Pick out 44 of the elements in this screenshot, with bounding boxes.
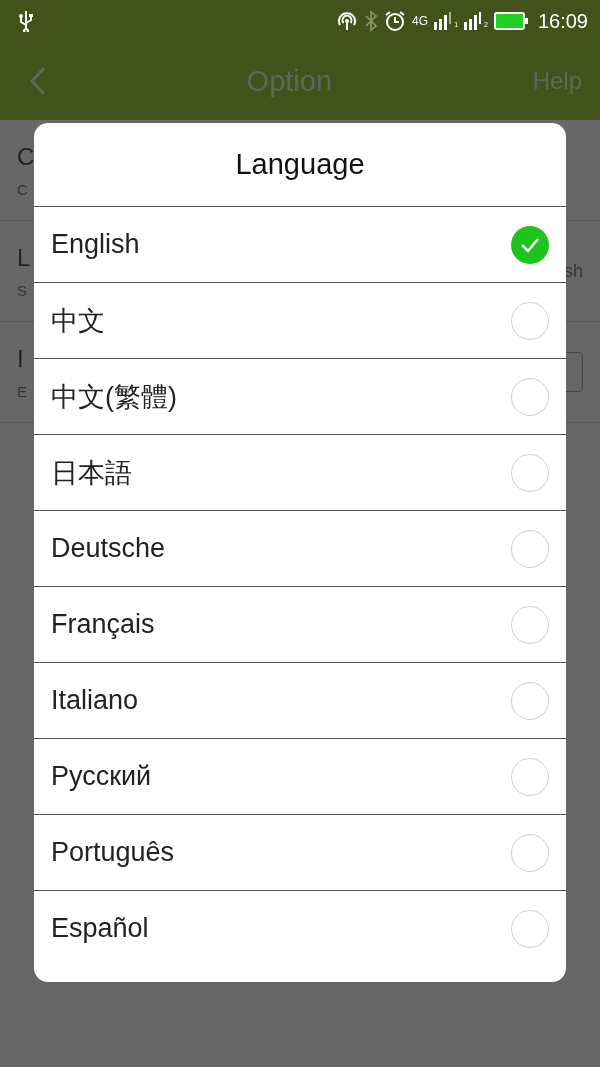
- language-option[interactable]: Français: [34, 587, 566, 663]
- language-label: Español: [51, 913, 150, 944]
- dialog-title: Language: [34, 123, 566, 207]
- battery-icon: [493, 12, 528, 30]
- language-option[interactable]: Italiano: [34, 663, 566, 739]
- setting-title: C: [17, 142, 35, 171]
- clock-time: 16:09: [537, 9, 588, 33]
- language-label: Français: [51, 609, 156, 640]
- radio-button[interactable]: [511, 757, 549, 796]
- language-label: Русский: [51, 761, 153, 792]
- language-option[interactable]: 中文: [34, 283, 566, 359]
- radio-button[interactable]: [511, 909, 549, 948]
- radio-button[interactable]: [511, 453, 549, 492]
- language-option[interactable]: 日本語: [34, 435, 566, 511]
- language-label: Italiano: [51, 685, 140, 716]
- language-option[interactable]: English: [34, 207, 566, 283]
- language-option[interactable]: 中文(繁體): [34, 359, 566, 435]
- language-label: English: [51, 229, 141, 260]
- radio-button[interactable]: [511, 605, 549, 644]
- signal-icon: [434, 12, 453, 30]
- radio-button[interactable]: [511, 301, 549, 340]
- language-option[interactable]: Deutsche: [34, 511, 566, 587]
- network-type: 4G: [412, 14, 429, 28]
- usb-icon: [18, 10, 34, 32]
- language-label: Português: [51, 837, 176, 868]
- language-label: Deutsche: [51, 533, 167, 564]
- language-label: 中文: [51, 304, 106, 338]
- radio-button[interactable]: [511, 833, 549, 872]
- signal-icon: [464, 12, 483, 30]
- hotspot-icon: [336, 10, 359, 32]
- language-label: 中文(繁體): [51, 380, 178, 414]
- setting-title: I: [17, 344, 24, 373]
- alarm-clock-icon: [384, 10, 407, 32]
- radio-button[interactable]: [511, 225, 549, 264]
- language-label: 日本語: [51, 456, 133, 490]
- radio-button[interactable]: [511, 529, 549, 568]
- setting-title: L: [17, 243, 31, 272]
- radio-button[interactable]: [511, 681, 549, 720]
- language-option[interactable]: Português: [34, 815, 566, 891]
- language-option[interactable]: Español: [34, 891, 566, 966]
- radio-button[interactable]: [511, 377, 549, 416]
- bluetooth-icon: [364, 10, 379, 32]
- screen-title: Option: [245, 64, 334, 98]
- language-option[interactable]: Русский: [34, 739, 566, 815]
